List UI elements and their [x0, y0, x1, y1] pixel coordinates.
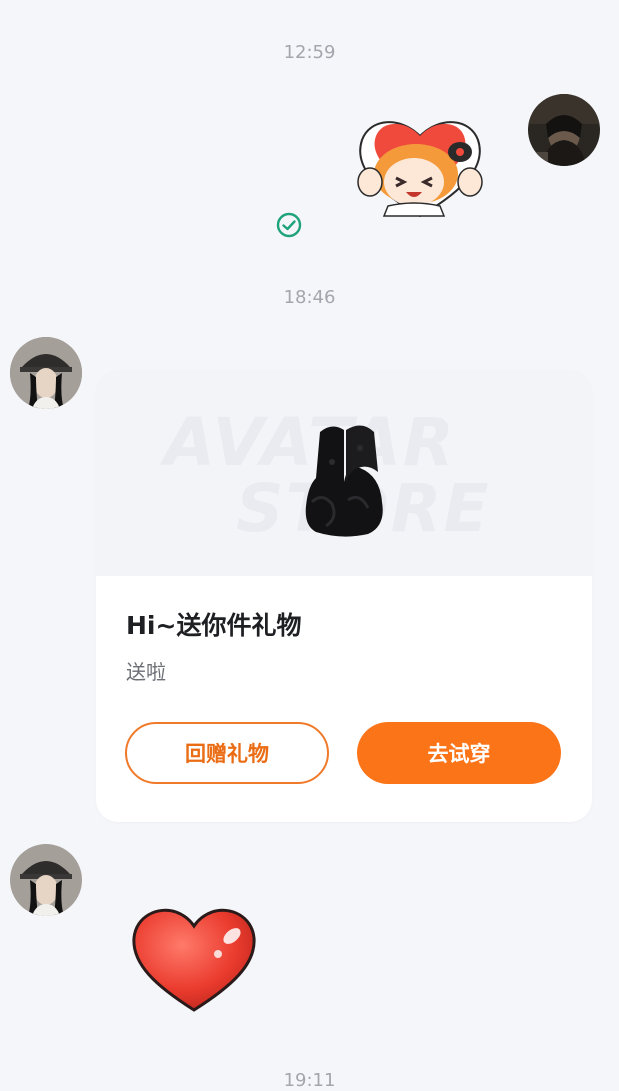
anime-girl-heart-sticker-icon [352, 112, 488, 226]
gift-title: Hi~送你件礼物 [126, 611, 302, 640]
gift-message: 送啦 [126, 660, 166, 684]
contact-avatar[interactable] [10, 337, 82, 409]
gift-image: AVATAR STORE [96, 370, 592, 576]
my-avatar[interactable] [528, 94, 600, 166]
red-heart-sticker-icon [128, 904, 260, 1020]
timestamp: 18:46 [283, 287, 336, 308]
contact-avatar[interactable] [10, 844, 82, 916]
return-gift-button[interactable]: 回赠礼物 [125, 722, 329, 784]
check-circle-icon [276, 212, 302, 242]
black-fur-mittens-icon [302, 422, 388, 542]
timestamp: 12:59 [283, 42, 336, 63]
gift-card[interactable]: AVATAR STORE Hi~送你件礼物 送啦 回赠礼物 去试穿 [96, 370, 592, 822]
try-on-button[interactable]: 去试穿 [357, 722, 561, 784]
